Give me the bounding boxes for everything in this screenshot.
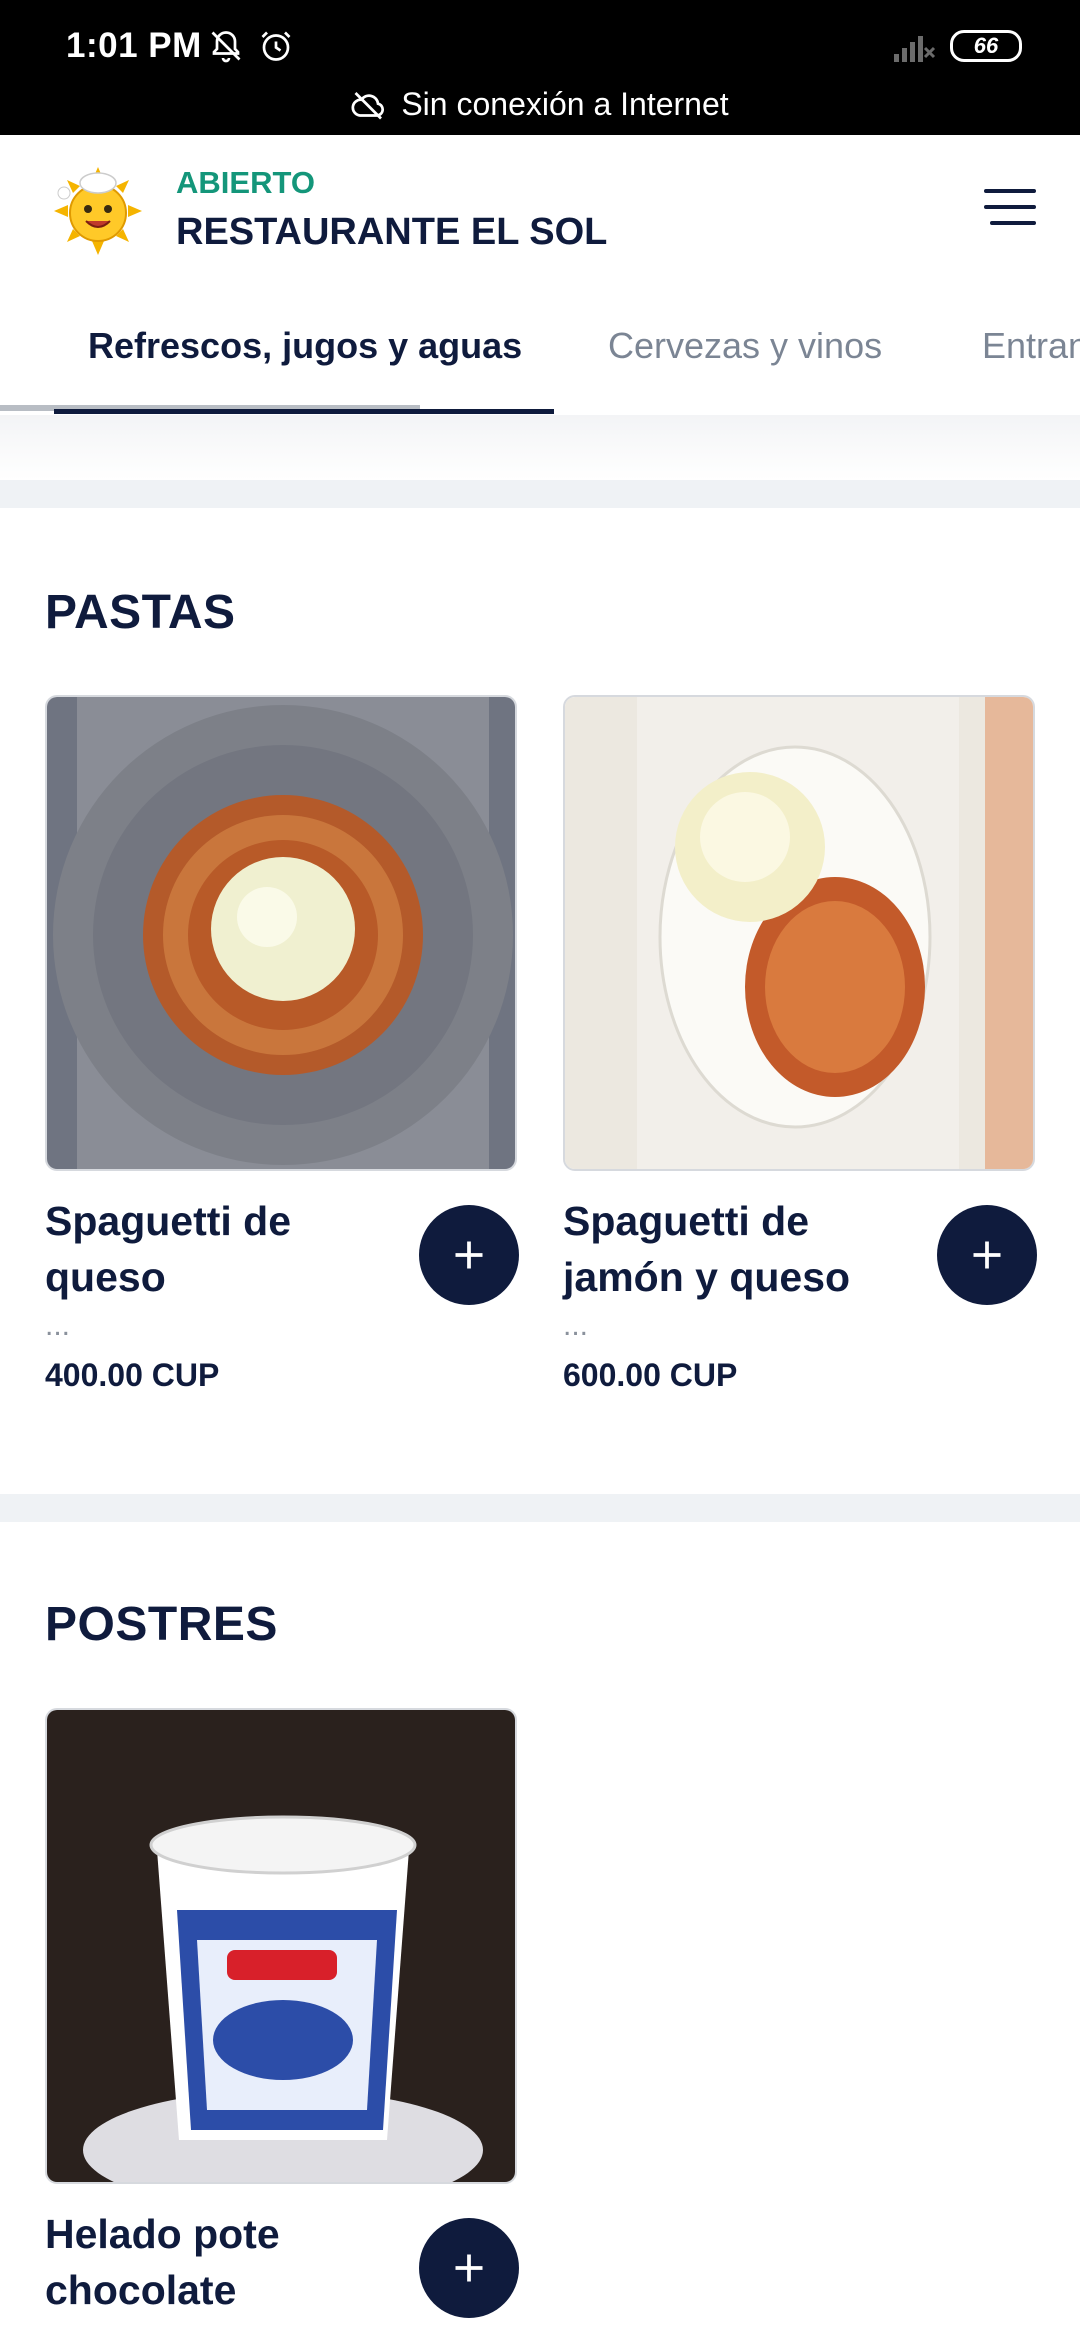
product-card[interactable]: Helado pote chocolate	[45, 1708, 519, 2318]
offline-banner: Sin conexión a Internet	[0, 86, 1080, 123]
plus-icon	[455, 2254, 483, 2282]
tab-refrescos[interactable]: Refrescos, jugos y aguas	[88, 325, 522, 367]
notifications-off-icon	[211, 31, 241, 63]
product-description: ...	[563, 1309, 589, 1342]
battery-icon: 66	[950, 30, 1022, 62]
alarm-icon	[261, 31, 291, 61]
product-description: ...	[45, 1309, 71, 1342]
product-image[interactable]	[45, 695, 517, 1171]
section-divider	[0, 1494, 1080, 1522]
app-header: ABIERTO RESTAURANTE EL SOL	[0, 135, 1080, 285]
product-image[interactable]	[563, 695, 1035, 1171]
product-card[interactable]: Spaguetti de queso ... 400.00 CUP	[45, 695, 519, 1393]
section-divider	[0, 480, 1080, 508]
cloud-off-icon	[351, 91, 385, 119]
active-tab-indicator	[54, 409, 554, 414]
add-to-cart-button[interactable]	[419, 1205, 519, 1305]
product-name: Spaguetti de jamón y queso	[563, 1198, 851, 1300]
status-time: 1:01 PM	[66, 26, 202, 65]
signal-icon	[894, 36, 936, 62]
add-to-cart-button[interactable]	[937, 1205, 1037, 1305]
product-name: Spaguetti de queso	[45, 1198, 292, 1300]
category-tabs: Refrescos, jugos y aguas Cervezas y vino…	[0, 285, 1080, 415]
tab-entrantes[interactable]: Entrantes	[982, 325, 1080, 367]
status-bar: 1:01 PM 66 Sin conexión a Internet	[0, 0, 1080, 135]
open-status: ABIERTO	[176, 165, 315, 200]
restaurant-logo	[54, 167, 142, 255]
product-name: Helado pote chocolate	[45, 2211, 280, 2313]
section-title-postres: POSTRES	[45, 1598, 278, 1651]
product-card[interactable]: Spaguetti de jamón y queso ... 600.00 CU…	[563, 695, 1037, 1393]
menu-icon[interactable]	[984, 185, 1040, 229]
product-price: 400.00 CUP	[45, 1357, 220, 1393]
plus-icon	[973, 1241, 1001, 1269]
add-to-cart-button[interactable]	[419, 2218, 519, 2318]
restaurant-name: RESTAURANTE EL SOL	[176, 211, 608, 253]
tab-cervezas[interactable]: Cervezas y vinos	[608, 325, 882, 367]
tabs-shadow	[0, 415, 1080, 480]
section-title-pastas: PASTAS	[45, 586, 236, 639]
plus-icon	[455, 1241, 483, 1269]
offline-text: Sin conexión a Internet	[401, 86, 729, 122]
product-price: 600.00 CUP	[563, 1357, 738, 1393]
product-image[interactable]	[45, 1708, 517, 2184]
